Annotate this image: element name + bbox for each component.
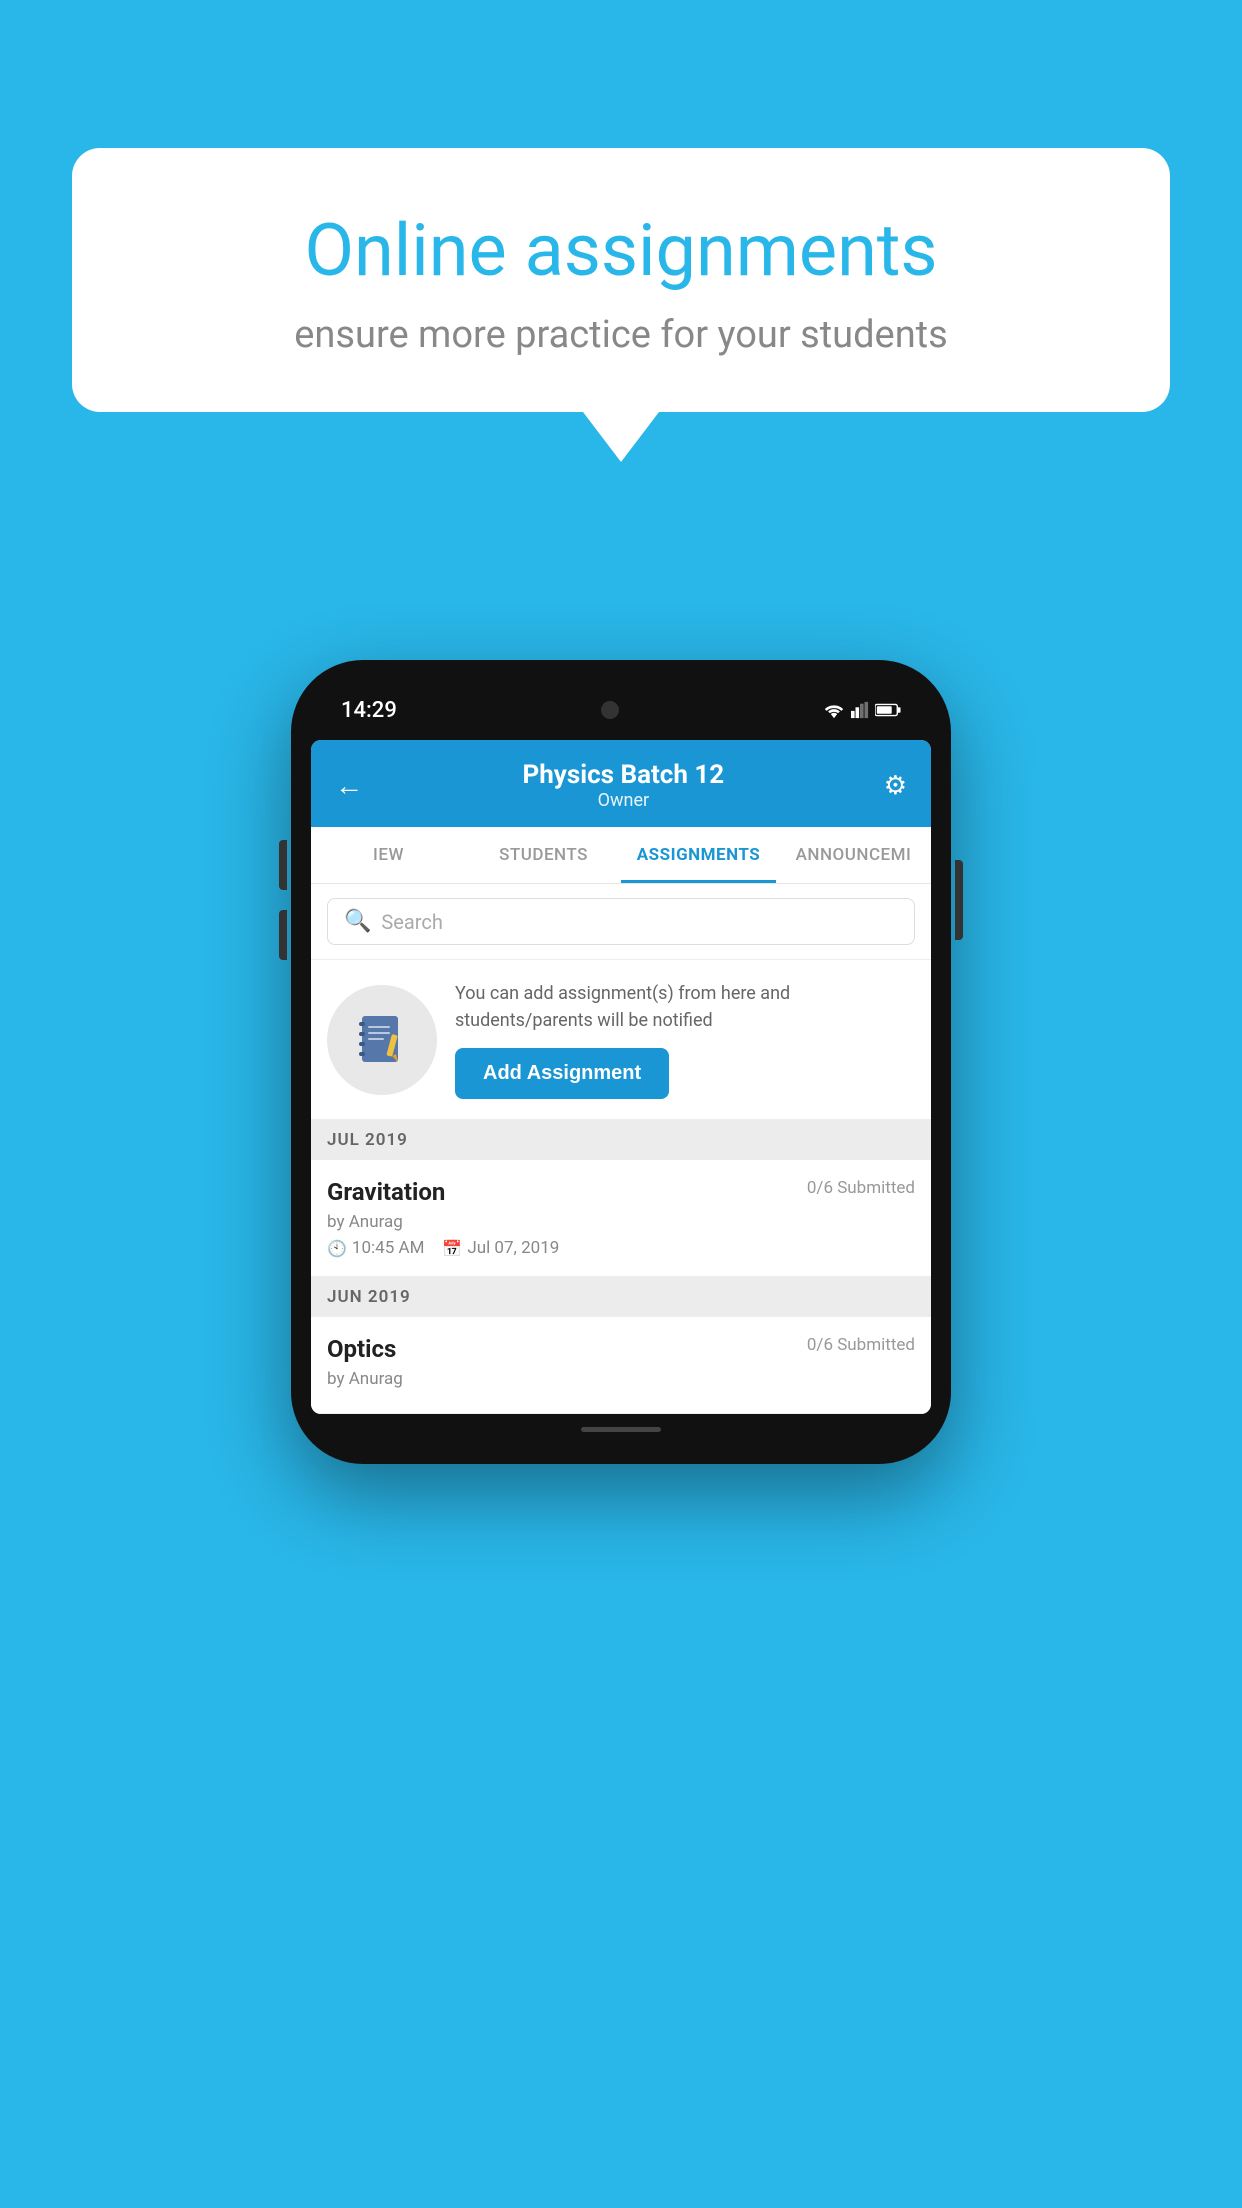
phone-mockup: 14:29 — [291, 660, 951, 1464]
notch — [585, 685, 635, 735]
assignment-title-optics: Optics — [327, 1335, 396, 1363]
promo-section: You can add assignment(s) from here and … — [311, 960, 931, 1120]
phone-body: 14:29 — [291, 660, 951, 1464]
status-icons — [823, 701, 901, 719]
section-header-jun: JUN 2019 — [311, 1277, 931, 1317]
search-placeholder: Search — [381, 910, 442, 934]
status-time: 14:29 — [341, 698, 397, 723]
header-title-block: Physics Batch 12 Owner — [522, 760, 724, 811]
time-meta: 🕙 10:45 AM — [327, 1238, 424, 1258]
tab-students[interactable]: STUDENTS — [466, 827, 621, 883]
assignment-top-row: Gravitation 0/6 Submitted — [327, 1178, 915, 1206]
batch-title: Physics Batch 12 — [522, 760, 724, 790]
assignment-meta: 🕙 10:45 AM 📅 Jul 07, 2019 — [327, 1238, 915, 1258]
assignment-item-optics[interactable]: Optics 0/6 Submitted by Anurag — [311, 1317, 931, 1414]
assignment-author: by Anurag — [327, 1212, 915, 1232]
tab-assignments[interactable]: ASSIGNMENTS — [621, 827, 776, 883]
tabs-bar: IEW STUDENTS ASSIGNMENTS ANNOUNCEMI — [311, 827, 931, 884]
owner-subtitle: Owner — [522, 790, 724, 811]
add-assignment-button[interactable]: Add Assignment — [455, 1048, 669, 1099]
wifi-icon — [823, 701, 845, 719]
app-screen: ← Physics Batch 12 Owner ⚙ IEW STUDENTS … — [311, 740, 931, 1414]
promo-description: You can add assignment(s) from here and … — [455, 980, 915, 1034]
search-input-wrapper[interactable]: 🔍 Search — [327, 898, 915, 945]
search-icon: 🔍 — [344, 909, 371, 934]
power-button — [955, 860, 963, 940]
assignment-submitted-optics: 0/6 Submitted — [807, 1335, 915, 1355]
status-bar: 14:29 — [311, 680, 931, 740]
tab-iew[interactable]: IEW — [311, 827, 466, 883]
promo-icon-circle — [327, 985, 437, 1095]
settings-button[interactable]: ⚙ — [884, 771, 907, 801]
speech-bubble-title: Online assignments — [132, 208, 1110, 293]
assignment-author-optics: by Anurag — [327, 1369, 915, 1389]
battery-icon — [875, 703, 901, 717]
assignment-item-gravitation[interactable]: Gravitation 0/6 Submitted by Anurag 🕙 10… — [311, 1160, 931, 1277]
search-container: 🔍 Search — [311, 884, 931, 960]
assignment-time: 10:45 AM — [352, 1238, 424, 1258]
date-meta: 📅 Jul 07, 2019 — [442, 1238, 559, 1258]
home-indicator — [581, 1427, 661, 1432]
app-header: ← Physics Batch 12 Owner ⚙ — [311, 740, 931, 827]
promo-text-block: You can add assignment(s) from here and … — [455, 980, 915, 1099]
speech-bubble-arrow — [583, 412, 659, 462]
clock-icon: 🕙 — [327, 1239, 347, 1258]
speech-bubble-subtitle: ensure more practice for your students — [132, 313, 1110, 357]
assignment-top-row-optics: Optics 0/6 Submitted — [327, 1335, 915, 1363]
camera-dot — [601, 701, 619, 719]
back-button[interactable]: ← — [335, 769, 363, 802]
assignment-submitted: 0/6 Submitted — [807, 1178, 915, 1198]
notebook-icon — [354, 1012, 410, 1068]
speech-bubble-card: Online assignments ensure more practice … — [72, 148, 1170, 412]
signal-icon — [851, 701, 869, 719]
calendar-icon: 📅 — [442, 1239, 462, 1258]
section-header-jul: JUL 2019 — [311, 1120, 931, 1160]
speech-bubble-section: Online assignments ensure more practice … — [72, 148, 1170, 462]
volume-down-button — [279, 910, 287, 960]
volume-up-button — [279, 840, 287, 890]
assignment-title: Gravitation — [327, 1178, 445, 1206]
tab-announcements[interactable]: ANNOUNCEMI — [776, 827, 931, 883]
phone-bottom-bar — [311, 1414, 931, 1444]
assignment-date: Jul 07, 2019 — [467, 1238, 559, 1258]
